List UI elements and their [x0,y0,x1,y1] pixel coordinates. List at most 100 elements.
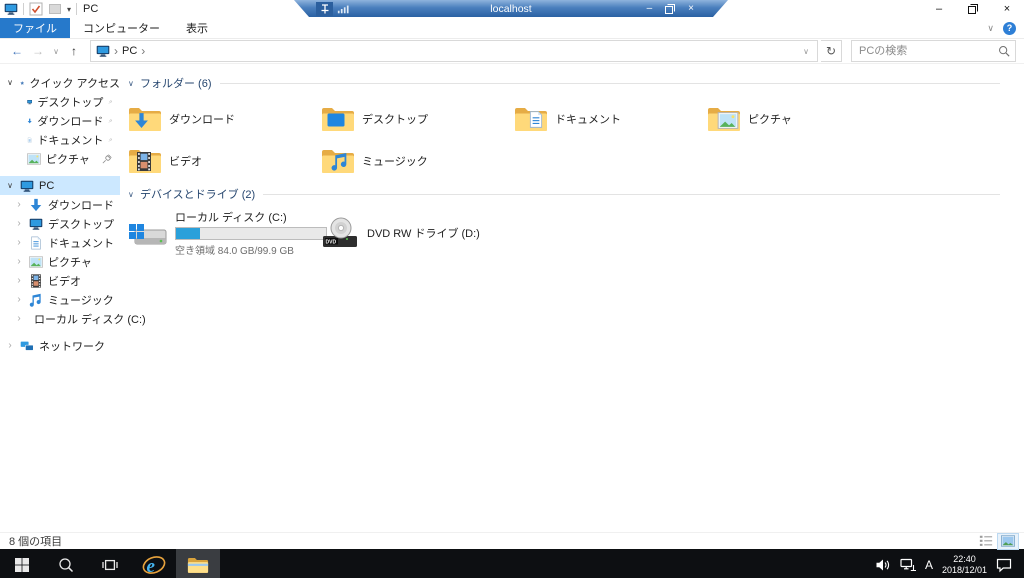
music-folder-icon [321,147,355,175]
taskbar-clock[interactable]: 22:40 2018/12/01 [942,554,987,576]
sidebar-item-label: ネットワーク [39,340,105,353]
rdp-close-button[interactable]: × [688,3,694,14]
tile-label: デスクトップ [362,114,428,126]
status-bar: 8 個の項目 [0,532,1024,550]
sidebar-item-documents-pinned[interactable]: ドキュメント [0,130,120,149]
chevron-right-icon[interactable]: › [14,313,24,324]
chevron-down-icon[interactable]: ∨ [5,181,15,190]
qat-dropdown-icon[interactable]: ▾ [67,5,71,14]
sidebar-item-label: ビデオ [48,275,81,288]
sidebar-item-pc-documents[interactable]: › ドキュメント [0,233,120,252]
breadcrumb-location[interactable]: PC [122,45,137,57]
breadcrumb[interactable]: › PC › ∨ [90,40,818,62]
drives-group-header[interactable]: ∨ デバイスとドライブ (2) [128,186,1024,202]
drive-tile-dvd[interactable]: DVD DVD RW ドライブ (D:) [320,209,512,257]
tile-label: ピクチャ [748,114,792,126]
chevron-right-icon[interactable]: › [14,256,24,267]
window-controls: – × [922,0,1024,18]
sidebar-item-pc-downloads[interactable]: › ダウンロード [0,195,120,214]
recent-locations-icon[interactable]: ∨ [50,47,62,56]
windows-logo-icon [14,557,30,573]
sidebar-item-desktop-pinned[interactable]: デスクトップ [0,92,120,111]
rdp-restore-button[interactable] [664,3,676,15]
chevron-right-icon[interactable]: › [5,340,15,351]
folders-group-header[interactable]: ∨ フォルダー (6) [128,75,1024,91]
network-tray-icon[interactable] [900,557,916,573]
sidebar-item-pc-videos[interactable]: › ビデオ [0,271,120,290]
chevron-right-icon[interactable]: › [14,237,24,248]
chevron-right-icon[interactable]: › [14,199,24,210]
sidebar-item-quick-access[interactable]: ∨ クイック アクセス [0,73,120,92]
file-list-pane: ∨ フォルダー (6) ダウンロード デスクトップ ドキュメント ピクチャ ビデ… [120,64,1024,532]
network-icon [20,339,34,353]
music-icon [29,293,43,307]
search-box [851,40,1016,62]
chevron-right-icon[interactable]: › [14,218,24,229]
qat-new-folder-icon[interactable] [48,2,62,16]
search-input[interactable] [857,44,998,58]
divider [76,3,78,15]
folder-tile-videos[interactable]: ビデオ [128,140,321,182]
tab-view[interactable]: 表示 [173,18,221,38]
rdp-minimize-button[interactable]: – [647,3,653,14]
refresh-icon[interactable]: ↻ [821,40,842,62]
search-icon[interactable] [998,45,1010,57]
sidebar-item-pc[interactable]: ∨ PC [0,176,120,195]
chevron-down-icon[interactable]: ∨ [128,190,140,199]
taskbar-search-button[interactable] [44,549,88,578]
sidebar-item-pictures-pinned[interactable]: ピクチャ [0,149,120,168]
action-center-icon[interactable] [996,557,1012,573]
volume-icon[interactable] [875,557,891,573]
breadcrumb-chevron[interactable]: › [141,45,145,57]
sidebar-item-pc-music[interactable]: › ミュージック [0,290,120,309]
chevron-right-icon[interactable]: › [14,294,24,305]
chevron-right-icon[interactable]: › [14,275,24,286]
chevron-down-icon[interactable]: ∨ [5,78,15,87]
folder-tile-documents[interactable]: ドキュメント [514,98,707,140]
qat-properties-icon[interactable] [29,2,43,16]
close-button[interactable]: × [990,0,1024,18]
folder-tile-music[interactable]: ミュージック [321,140,514,182]
pin-icon [101,153,113,165]
minimize-button[interactable]: – [922,0,956,18]
capacity-bar-fill [176,228,200,239]
pc-icon [20,179,34,193]
taskbar: A 22:40 2018/12/01 [0,549,1024,578]
sidebar-item-downloads-pinned[interactable]: ダウンロード [0,111,120,130]
drive-tile-local-disk[interactable]: ローカル ディスク (C:) 空き領域 84.0 GB/99.9 GB [128,209,327,257]
drive-name: DVD RW ドライブ (D:) [367,228,480,240]
help-icon[interactable]: ? [1003,21,1016,35]
up-button[interactable]: ↑ [65,44,83,58]
ime-mode-indicator[interactable]: A [925,558,933,572]
large-icons-view-button[interactable] [997,532,1019,550]
chevron-down-icon[interactable]: ∨ [128,79,140,88]
folder-tile-pictures[interactable]: ピクチャ [707,98,900,140]
internet-explorer-button[interactable] [132,549,176,578]
videos-folder-icon [128,147,162,175]
pin-icon [108,134,113,146]
sidebar-item-label: ダウンロード [37,115,104,128]
forward-button[interactable]: → [29,44,47,58]
divider [263,193,1000,195]
folder-tile-desktop[interactable]: デスクトップ [321,98,514,140]
breadcrumb-chevron[interactable]: › [114,45,118,57]
sidebar-item-pc-local-disk[interactable]: › ローカル ディスク (C:) [0,309,145,328]
start-button[interactable] [0,549,44,578]
sidebar-item-pc-pictures[interactable]: › ピクチャ [0,252,120,271]
restore-button[interactable] [956,0,990,18]
back-button[interactable]: ← [8,44,26,58]
tab-file[interactable]: ファイル [0,18,70,38]
file-explorer-button[interactable] [176,549,220,578]
document-icon [29,236,43,250]
navigation-pane: ∨ クイック アクセス デスクトップ ダウンロード ドキュメント ピクチャ ∨ … [0,64,146,532]
sidebar-item-pc-desktop[interactable]: › デスクトップ [0,214,120,233]
ribbon-expand-icon[interactable]: ∨ [987,23,994,34]
sidebar-item-network[interactable]: › ネットワーク [0,336,120,355]
details-view-button[interactable] [976,534,996,549]
address-dropdown-icon[interactable]: ∨ [800,47,812,56]
task-view-button[interactable] [88,549,132,578]
internet-explorer-icon [142,553,166,577]
folder-tile-downloads[interactable]: ダウンロード [128,98,321,140]
tab-computer[interactable]: コンピューター [70,18,173,38]
quick-access-star-icon [20,76,24,90]
